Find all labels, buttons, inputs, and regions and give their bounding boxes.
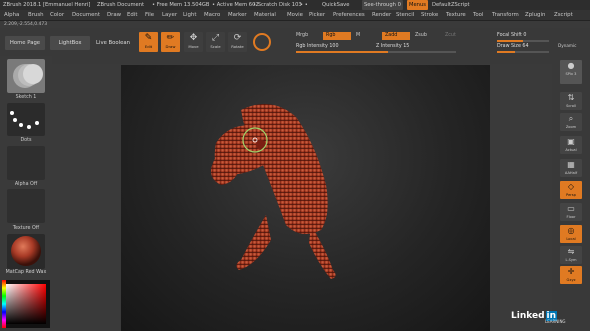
focal-shift-slider[interactable]: Focal Shift 0 [497, 32, 549, 42]
zsub-toggle[interactable]: Zsub [412, 32, 430, 40]
spix-label: SPix 3 [565, 72, 577, 76]
coordinate-readout: 2.209,-2.554,0.473 [4, 22, 48, 27]
watermark-sub: LEARNING [545, 319, 566, 324]
menus-button[interactable]: Menus [407, 0, 428, 10]
lightbox-button[interactable]: LightBox [50, 36, 90, 50]
z-intensity-fill [376, 51, 388, 53]
actual-button[interactable]: ▣ Actual [560, 136, 582, 154]
zoom-button[interactable]: ⌕ Zoom [560, 113, 582, 131]
sphere-icon: ● [567, 61, 575, 70]
floor-icon: ▭ [567, 204, 575, 213]
matcap-label: MatCap Red Wax [5, 270, 47, 275]
texture-label: Texture Off [12, 226, 40, 231]
rotate-icon: ⟳ [233, 33, 242, 43]
rotate-label: Rotate [231, 44, 244, 49]
move-icon: ✥ [189, 33, 198, 43]
canvas-viewport[interactable] [121, 65, 490, 331]
scratch-disk: • Scratch Disk 103 [253, 2, 302, 8]
aahalf-button[interactable]: ▦ AAHalf [560, 159, 582, 177]
scroll-icon: ⇅ [567, 93, 575, 102]
color-swatch-ring-icon[interactable] [253, 33, 271, 51]
focal-shift-label: Focal Shift 0 [497, 33, 527, 38]
scroll-button[interactable]: ⇅ Scroll [560, 92, 582, 110]
color-picker[interactable] [2, 280, 50, 328]
see-through-slider[interactable]: See-through 0 [362, 0, 403, 10]
right-shelf: ● SPix 3 ⇅ Scroll ⌕ Zoom ▣ Actual ▦ AAHalf ◇… [552, 56, 590, 331]
lsym-icon: ⇋ [567, 247, 575, 256]
edit-label: Edit [144, 44, 153, 49]
draw-label: Draw [165, 44, 176, 49]
persp-icon: ◇ [567, 182, 575, 191]
texture-thumbnail[interactable] [7, 189, 45, 223]
floor-button[interactable]: ▭ Floor [560, 203, 582, 221]
focal-shift-fill [497, 40, 523, 42]
draw-size-label: Draw Size 64 [497, 44, 529, 49]
aahalf-icon: ▦ [567, 160, 575, 169]
sketch-brush-thumbnail[interactable] [7, 59, 45, 93]
rgb-intensity-label: Rgb Intensity 100 [296, 44, 339, 49]
top-shelf: 2.209,-2.554,0.473 Home Page LightBox Li… [0, 22, 590, 64]
home-page-button[interactable]: Home Page [5, 36, 45, 50]
creature-model[interactable] [121, 65, 490, 331]
rgb-intensity-fill [296, 51, 376, 53]
free-mem: • Free Mem 13.504GB [152, 2, 210, 8]
active-mem: • Active Mem 602 [212, 2, 259, 8]
hue-strip[interactable] [2, 280, 6, 328]
persp-button[interactable]: ◇ Persp [560, 181, 582, 199]
scale-icon: ⤢ [211, 33, 220, 43]
draw-size-fill [497, 51, 515, 53]
scale-mode-button[interactable]: ⤢ Scale [206, 32, 225, 52]
m-toggle[interactable]: M [353, 32, 363, 40]
local-icon: ◎ [567, 226, 575, 235]
edit-icon: ✎ [144, 33, 153, 43]
live-boolean-button[interactable]: Live Boolean [94, 36, 132, 50]
actual-icon: ▣ [567, 137, 575, 146]
matcap-thumbnail[interactable] [7, 234, 45, 269]
local-button[interactable]: ◎ Local [560, 225, 582, 243]
dots-stroke-thumbnail[interactable] [7, 103, 45, 136]
matcap-sphere-icon [11, 236, 41, 266]
alpha-label: Alpha Off [14, 182, 38, 187]
z-intensity-label: Z Intensity 15 [376, 44, 410, 49]
zadd-toggle[interactable]: Zadd [382, 32, 410, 40]
alpha-thumbnail[interactable] [7, 146, 45, 180]
left-shelf: Sketch 1 Dots Alpha Off Texture Off MatC… [0, 56, 52, 331]
scale-label: Scale [210, 44, 221, 49]
status-dots: • • [300, 2, 308, 8]
gxyz-icon: ✛ [567, 267, 575, 276]
watermark-brand: Linked [511, 311, 545, 321]
move-mode-button[interactable]: ✥ Move [184, 32, 203, 52]
rgb-toggle[interactable]: Rgb [323, 32, 351, 40]
draw-size-slider[interactable]: Draw Size 64 [497, 43, 549, 53]
title-bar: ZBrush 2018.1 [Emmanuel Henri] ZBrush Do… [0, 0, 590, 10]
spix-button[interactable]: ● SPix 3 [560, 60, 582, 84]
document-title: ZBrush Document [97, 2, 145, 8]
mrgb-toggle[interactable]: Mrgb [293, 32, 311, 40]
default-zscript-button[interactable]: DefaultZScript [432, 0, 470, 10]
move-label: Move [188, 44, 199, 49]
rotate-mode-button[interactable]: ⟳ Rotate [228, 32, 247, 52]
lsym-button[interactable]: ⇋ L.Sym [560, 246, 582, 264]
draw-brush-icon: ✏ [166, 33, 175, 43]
app-title: ZBrush 2018.1 [Emmanuel Henri] [3, 2, 91, 8]
draw-mode-button[interactable]: ✏ Draw [161, 32, 180, 52]
gxyz-button[interactable]: ✛ Gxyz [560, 266, 582, 284]
rgb-intensity-slider[interactable]: Rgb Intensity 100 [296, 43, 376, 53]
dots-stroke-icon [10, 111, 39, 129]
zcut-toggle[interactable]: Zcut [442, 32, 459, 40]
edit-mode-button[interactable]: ✎ Edit [139, 32, 158, 52]
zoom-icon: ⌕ [568, 114, 574, 123]
menu-divider [0, 20, 590, 21]
sketch-brush-label: Sketch 1 [15, 95, 37, 100]
dots-stroke-label: Dots [20, 138, 32, 143]
color-gradient-square[interactable] [6, 284, 46, 324]
z-intensity-slider[interactable]: Z Intensity 15 [376, 43, 456, 53]
quicksave-button[interactable]: QuickSave [322, 0, 349, 10]
linkedin-learning-watermark: Linked in LEARNING [511, 311, 566, 324]
sketch-brush-icon [13, 64, 43, 88]
dynamic-toggle[interactable]: Dynamic [558, 42, 576, 50]
